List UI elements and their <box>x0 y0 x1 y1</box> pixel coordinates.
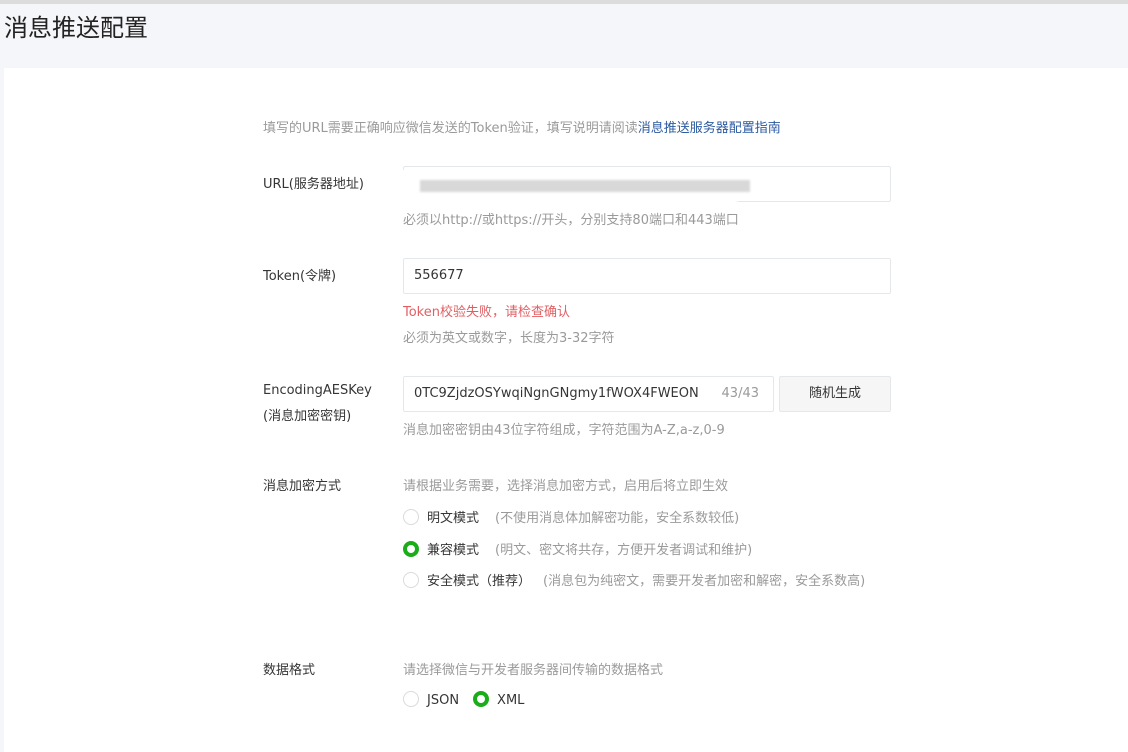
encrypt-option-compat[interactable]: 兼容模式 (明文、密文将共存，方便开发者调试和维护) <box>403 539 752 558</box>
aes-label-sub: (消息加密密钥) <box>263 409 352 424</box>
aes-label: EncodingAESKey <box>263 383 372 398</box>
token-error: Token校验失败，请检查确认 <box>403 305 570 320</box>
intro-tip: 填写的URL需要正确响应微信发送的Token验证，填写说明请阅读 <box>263 121 638 136</box>
option-label: JSON <box>427 693 460 708</box>
intro-text: 填写的URL需要正确响应微信发送的Token验证，填写说明请阅读消息推送服务器配… <box>263 117 781 136</box>
radio-icon[interactable] <box>403 572 419 588</box>
encrypt-label: 消息加密方式 <box>263 479 342 494</box>
token-input[interactable]: 556677 <box>403 258 891 294</box>
aes-counter: 43/43 <box>721 386 759 401</box>
encrypt-option-plain[interactable]: 明文模式 (不使用消息体加解密功能，安全系数较低) <box>403 507 739 526</box>
url-hint: 必须以http://或https://开头，分别支持80端口和443端口 <box>403 213 739 228</box>
aes-hint: 消息加密密钥由43位字符组成，字符范围为A-Z,a-z,0-9 <box>403 423 725 438</box>
encrypt-hint: 请根据业务需要，选择消息加密方式，启用后将立即生效 <box>403 479 729 494</box>
token-hint: 必须为英文或数字，长度为3-32字符 <box>403 331 615 346</box>
format-option-json[interactable]: JSON <box>403 691 460 708</box>
url-label: URL(服务器地址) <box>263 177 364 192</box>
format-options: JSON XML <box>403 691 524 708</box>
random-generate-button[interactable]: 随机生成 <box>779 376 891 412</box>
option-label: 明文模式 <box>427 511 480 526</box>
radio-icon[interactable] <box>403 691 419 707</box>
format-option-xml[interactable]: XML <box>473 691 525 708</box>
page-title: 消息推送配置 <box>4 14 148 42</box>
option-label: 兼容模式 <box>427 543 480 558</box>
format-label: 数据格式 <box>263 663 316 678</box>
aes-value: 0TC9ZjdzOSYwqiNgnGNgmy1fWOX4FWEON <box>414 386 699 401</box>
radio-icon[interactable] <box>403 509 419 525</box>
url-redacted <box>395 170 750 202</box>
option-label: 安全模式（推荐） <box>427 574 532 589</box>
encrypt-option-safe[interactable]: 安全模式（推荐） (消息包为纯密文，需要开发者加密和解密，安全系数高) <box>403 571 893 593</box>
format-hint: 请选择微信与开发者服务器间传输的数据格式 <box>403 663 664 678</box>
option-desc: (消息包为纯密文，需要开发者加密和解密，安全系数高) <box>543 574 866 589</box>
radio-checked-icon[interactable] <box>403 541 419 557</box>
option-desc: (明文、密文将共存，方便开发者调试和维护) <box>495 543 753 558</box>
radio-checked-icon[interactable] <box>473 691 490 707</box>
token-label: Token(令牌) <box>263 269 337 284</box>
top-border <box>0 0 1128 4</box>
option-label: XML <box>497 693 525 708</box>
guide-link[interactable]: 消息推送服务器配置指南 <box>638 121 781 136</box>
aes-input[interactable]: 0TC9ZjdzOSYwqiNgnGNgmy1fWOX4FWEON 43/43 <box>403 376 774 412</box>
option-desc: (不使用消息体加解密功能，安全系数较低) <box>495 511 740 526</box>
